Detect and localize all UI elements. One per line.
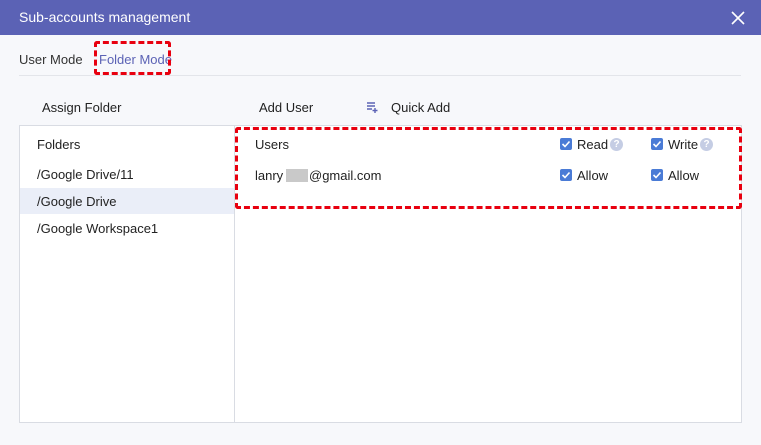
folder-label: /Google Drive/11 bbox=[37, 167, 134, 182]
titlebar: Sub-accounts management bbox=[0, 0, 761, 35]
folder-item-google-drive-11[interactable]: /Google Drive/11 bbox=[20, 161, 234, 187]
folders-header: Folders bbox=[37, 137, 81, 152]
folder-label: /Google Workspace1 bbox=[37, 221, 159, 236]
quick-add-button[interactable]: Quick Add bbox=[391, 100, 450, 115]
add-user-button[interactable]: Add User bbox=[259, 100, 313, 115]
tab-user-mode[interactable]: User Mode bbox=[19, 52, 83, 67]
highlight-users-permissions bbox=[235, 127, 742, 209]
quick-add-list-icon[interactable] bbox=[366, 101, 378, 113]
folder-item-google-drive[interactable]: /Google Drive bbox=[20, 188, 234, 214]
window-title: Sub-accounts management bbox=[19, 9, 191, 25]
close-icon[interactable] bbox=[729, 9, 747, 27]
highlight-folder-mode-tab bbox=[94, 41, 171, 75]
assign-folder-button[interactable]: Assign Folder bbox=[42, 100, 121, 115]
folder-label: /Google Drive bbox=[37, 194, 117, 209]
tab-divider bbox=[19, 75, 741, 76]
folder-item-google-workspace1[interactable]: /Google Workspace1 bbox=[20, 215, 234, 241]
